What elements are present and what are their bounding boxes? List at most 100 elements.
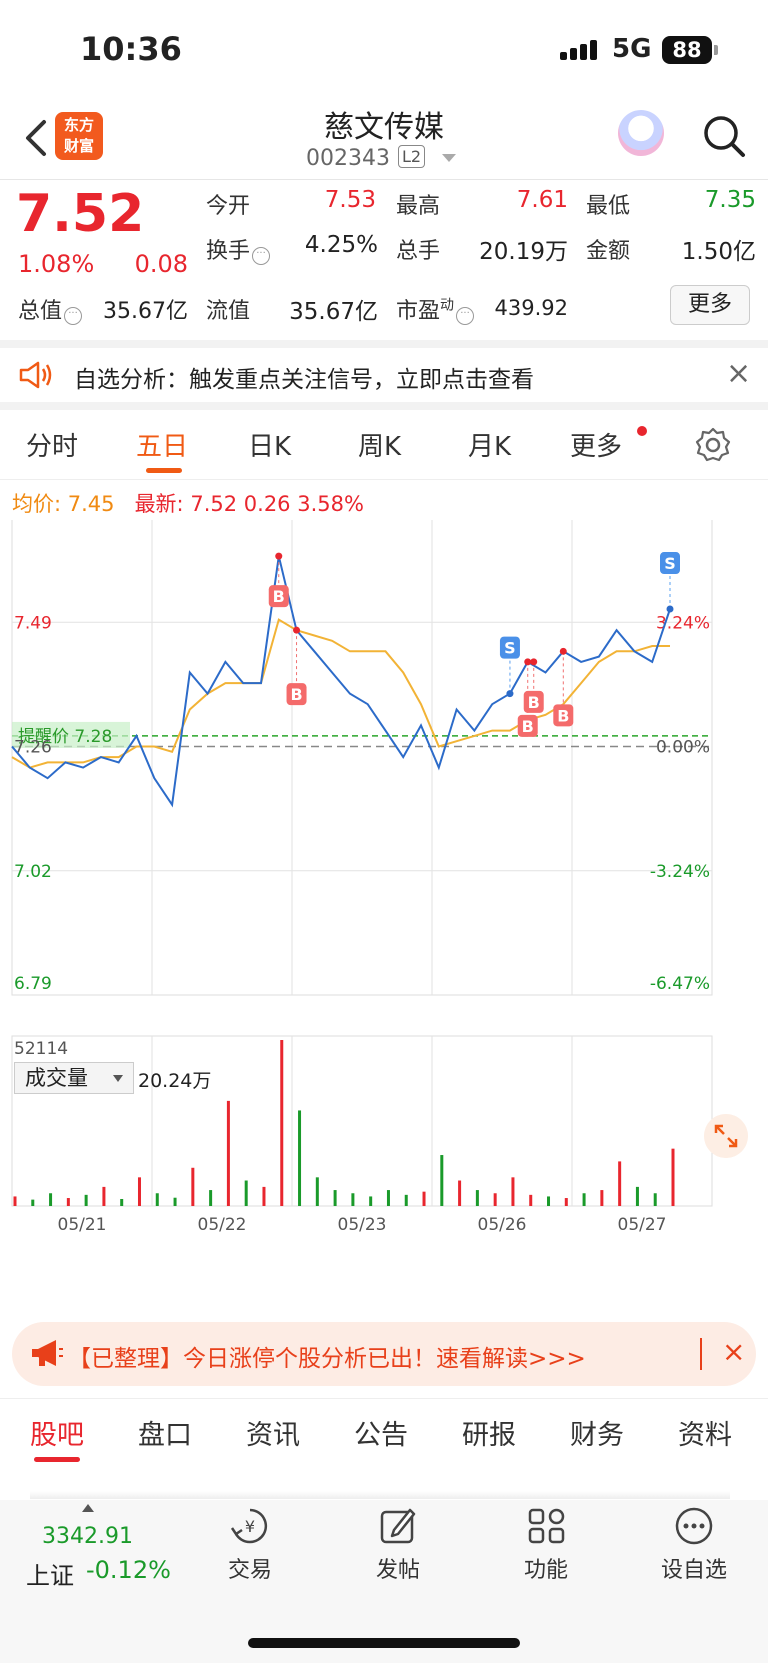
nav-label: 设自选 [660,1558,727,1583]
index-value[interactable]: 3342.91 [42,1524,133,1549]
nav-label: 功能 [523,1558,568,1583]
tab-daily-k[interactable]: 日K [248,426,291,463]
volume-bar [493,1193,497,1206]
x-tick: 05/26 [478,1215,527,1235]
promo-banner[interactable]: 【已整理】今日涨停个股分析已出！速看解读>>> × [12,1322,756,1386]
amount-label: 金额 [586,239,631,264]
more-quote-button[interactable]: 更多 [670,285,750,325]
volume-value: 20.19万 [479,239,568,265]
volume-bar [315,1177,319,1206]
trade-marker-label: B [273,587,285,606]
open-label: 今开 [206,194,251,219]
tab-finance[interactable]: 财务 [570,1413,624,1452]
chevron-down-icon[interactable] [442,154,456,162]
megaphone-icon [32,1340,63,1366]
tab-announcements[interactable]: 公告 [354,1413,408,1452]
x-tick: 05/21 [58,1215,107,1235]
x-tick: 05/22 [198,1215,247,1235]
float-label: 流值 [206,299,251,324]
volume-bar [298,1110,302,1206]
tab-more[interactable]: 更多 [570,426,622,463]
bottom-bar: 3342.91 上证 -0.12% ¥ 交易 发帖 功能 设自选 [0,1500,768,1663]
level-badge[interactable]: L2 [398,145,426,168]
speaker-icon [19,361,52,389]
indicator-select[interactable]: 成交量 [14,1062,134,1094]
nav-post[interactable]: 发帖 [338,1506,458,1584]
volume-label: 总手 [396,239,441,264]
volume-bar [653,1193,657,1206]
volume-bar [49,1193,53,1206]
volume-bar [137,1177,141,1206]
chart-tabs: 分时 五日 日K 周K 月K 更多 [0,412,768,480]
nav-trade[interactable]: ¥ 交易 [190,1506,310,1584]
low-label: 最低 [586,194,631,219]
index-percent[interactable]: -0.12% [86,1556,171,1584]
x-tick: 05/23 [338,1215,387,1235]
nav-functions[interactable]: 功能 [486,1506,606,1584]
trade-marker-label: B [290,685,302,704]
network-label: 5G [612,34,652,64]
chart-info-line: 均价: 7.45 最新: 7.52 0.26 3.58% [12,488,364,518]
svg-text:¥: ¥ [245,1517,255,1536]
volume-bar [547,1196,551,1206]
five-day-chart[interactable]: 提醒价 7.287.737.497.267.026.796.47%3.24%0.… [0,520,768,1290]
tab-forum[interactable]: 股吧 [30,1413,84,1452]
info-icon[interactable]: ··· [456,307,475,325]
tab-five-day[interactable]: 五日 [136,426,188,463]
status-time: 10:36 [80,30,182,68]
turnover-label-text: 换手 [206,239,251,264]
pe-value: 439.92 [494,296,568,320]
trade-point [506,690,514,698]
assistant-avatar[interactable] [618,110,664,156]
volume-bar [120,1198,124,1206]
volume-bar [582,1193,586,1206]
stock-header: 东方 财富 慈文传媒 002343 L2 [0,100,768,180]
volume-bar [386,1190,390,1206]
volume-bar [66,1198,70,1206]
mktcap-label: 总值 ··· [18,293,83,325]
gear-icon[interactable] [694,426,732,464]
tab-weekly-k[interactable]: 周K [358,426,401,463]
latest-pct: 3.58% [297,492,364,516]
y-tick-right: -3.24% [650,862,710,882]
volume-bar [333,1190,337,1206]
volume-bar [529,1194,533,1206]
search-icon[interactable] [702,114,746,158]
expand-icon[interactable] [704,1114,748,1158]
y-tick-right: 6.47% [656,520,710,521]
info-icon[interactable]: ··· [64,307,83,325]
trade-icon: ¥ [230,1508,268,1544]
tab-orderbook[interactable]: 盘口 [138,1413,192,1452]
pe-label: 市盈动 ··· [396,293,475,325]
volume-bar [564,1198,568,1206]
nav-label: 交易 [227,1558,272,1583]
nav-add-watchlist[interactable]: 设自选 [634,1506,754,1584]
tab-monthly-k[interactable]: 月K [468,426,511,463]
close-icon[interactable]: × [726,356,751,391]
notice-banner[interactable]: 自选分析：触发重点关注信号，立即点击查看 × [0,340,768,410]
tab-research[interactable]: 研报 [462,1413,516,1452]
volume-bar [226,1100,230,1206]
tab-news[interactable]: 资讯 [246,1413,300,1452]
volume-bar [671,1148,675,1206]
status-bar: 10:36 5G 88 [0,0,768,100]
x-tick: 05/27 [618,1215,667,1235]
info-icon[interactable]: ··· [252,247,271,265]
index-name[interactable]: 上证 [26,1556,74,1591]
chevron-up-icon[interactable] [82,1504,94,1512]
turnover-value: 4.25% [304,232,378,258]
volume-bar [209,1190,213,1206]
close-icon[interactable]: × [722,1335,745,1368]
volume-bar [173,1197,177,1206]
y-tick-right: 0.00% [656,738,710,758]
grid-icon [528,1508,565,1544]
trade-point [275,552,283,560]
latest-label: 最新: [134,492,184,516]
tab-intraday[interactable]: 分时 [26,426,78,463]
tab-profile[interactable]: 资料 [678,1413,732,1452]
y-tick-right: 3.24% [656,613,710,633]
volume-bar [440,1155,444,1206]
y-tick-left: 7.73 [14,520,52,521]
avg-value: 7.45 [67,492,115,516]
volume-bar [600,1190,604,1206]
